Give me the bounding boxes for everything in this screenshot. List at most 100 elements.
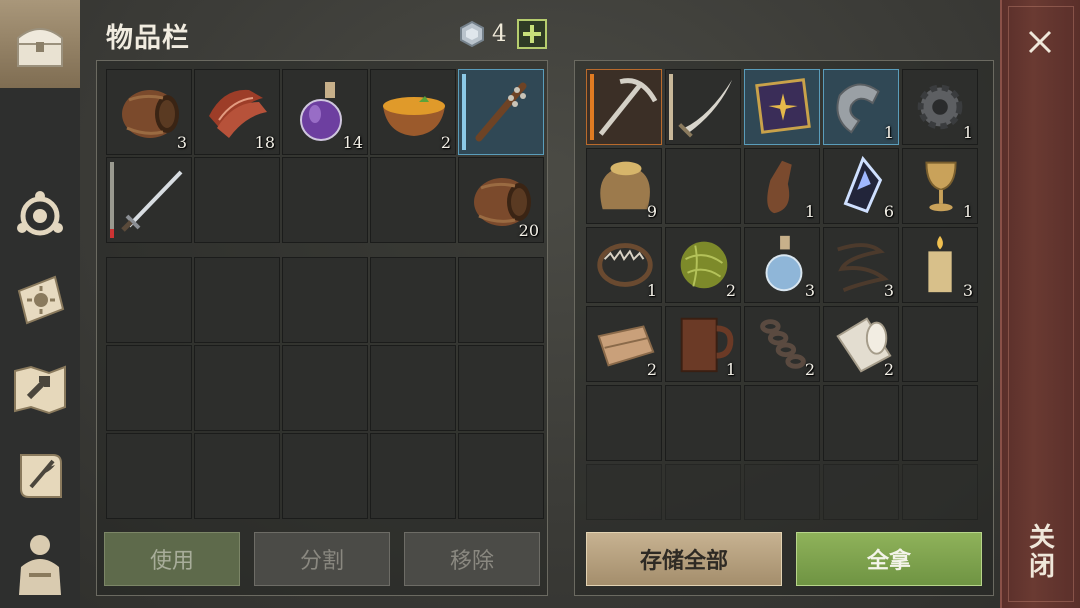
storage-slot[interactable]: 1 xyxy=(823,69,899,145)
storage-slot-empty[interactable] xyxy=(902,385,978,461)
inventory-slot-empty[interactable] xyxy=(106,345,192,431)
use-button[interactable]: 使用 xyxy=(104,532,240,586)
storage-panel: 1 1 9 1 6 1 1 2 3 3 3 2 1 2 2 xyxy=(574,60,994,596)
storage-slot[interactable]: 3 xyxy=(823,227,899,303)
storage-slot[interactable]: 1 xyxy=(744,148,820,224)
storage-slot-empty[interactable] xyxy=(665,385,741,461)
inventory-slot-empty[interactable] xyxy=(194,433,280,519)
storage-slot[interactable]: 3 xyxy=(744,227,820,303)
item-count: 18 xyxy=(254,133,275,152)
inventory-slot-empty[interactable] xyxy=(194,157,280,243)
storage-slot[interactable]: 6 xyxy=(823,148,899,224)
quest-scroll-icon[interactable] xyxy=(0,440,80,512)
storage-slot[interactable]: 2 xyxy=(744,306,820,382)
currency-value: 4 xyxy=(492,21,507,47)
map-icon[interactable] xyxy=(0,352,80,424)
storage-slot-empty[interactable] xyxy=(665,148,741,224)
storage-slot-selected[interactable] xyxy=(586,69,662,145)
inventory-slot[interactable]: 20 xyxy=(458,157,544,243)
close-label[interactable]: 关闭 xyxy=(1012,512,1068,592)
inventory-slot-empty[interactable] xyxy=(458,433,544,519)
pickaxe-icon xyxy=(598,78,658,136)
item-count: 14 xyxy=(342,133,363,152)
inventory-slot[interactable]: 3 xyxy=(106,69,192,155)
gem-currency-icon xyxy=(460,20,484,48)
inventory-slot-empty[interactable] xyxy=(282,157,368,243)
recipe-book-icon xyxy=(755,78,811,134)
take-all-button[interactable]: 全拿 xyxy=(796,532,982,586)
split-button[interactable]: 分割 xyxy=(254,532,390,586)
item-count: 6 xyxy=(883,202,894,221)
storage-slot[interactable] xyxy=(665,69,741,145)
item-count: 3 xyxy=(883,281,894,300)
chest-icon[interactable] xyxy=(0,8,80,80)
storage-slot[interactable]: 1 xyxy=(586,227,662,303)
item-count: 1 xyxy=(883,123,894,142)
sidebar xyxy=(0,0,80,608)
inventory-slot[interactable]: 2 xyxy=(370,69,456,155)
storage-slot-empty[interactable] xyxy=(823,464,899,520)
barrel-icon xyxy=(122,90,179,138)
inventory-slot[interactable]: 18 xyxy=(194,69,280,155)
inventory-slot[interactable] xyxy=(106,157,192,243)
storage-slot[interactable]: 1 xyxy=(902,148,978,224)
storage-slot-empty[interactable] xyxy=(902,306,978,382)
storage-slot[interactable]: 3 xyxy=(902,227,978,303)
inventory-slot-empty[interactable] xyxy=(194,257,280,343)
item-count: 1 xyxy=(962,202,973,221)
scimitar-icon xyxy=(678,79,733,138)
item-count: 1 xyxy=(962,123,973,142)
inventory-slot-selected[interactable] xyxy=(458,69,544,155)
storage-slot[interactable]: 2 xyxy=(586,306,662,382)
item-count: 3 xyxy=(804,281,815,300)
inventory-slot-empty[interactable] xyxy=(370,345,456,431)
sword-icon xyxy=(121,170,183,232)
inventory-slot-empty[interactable] xyxy=(370,157,456,243)
storage-slot[interactable]: 1 xyxy=(665,306,741,382)
inventory-slot-empty[interactable] xyxy=(458,257,544,343)
inventory-slot-empty[interactable] xyxy=(370,257,456,343)
close-icon xyxy=(1028,30,1052,54)
remove-button[interactable]: 移除 xyxy=(404,532,540,586)
character-icon[interactable] xyxy=(0,528,80,600)
item-count: 2 xyxy=(883,360,894,379)
storage-slot-empty[interactable] xyxy=(823,385,899,461)
inventory-slot-empty[interactable] xyxy=(282,433,368,519)
item-count: 2 xyxy=(440,133,451,152)
spiked-club-icon xyxy=(475,82,527,142)
storage-slot[interactable]: 2 xyxy=(823,306,899,382)
inventory-slot-empty[interactable] xyxy=(282,345,368,431)
inventory-slot[interactable]: 14 xyxy=(282,69,368,155)
item-count: 3 xyxy=(962,281,973,300)
item-count: 1 xyxy=(646,281,657,300)
inventory-panel: 3 18 14 2 20 xyxy=(96,60,548,596)
storage-slot[interactable]: 9 xyxy=(586,148,662,224)
inventory-slot-empty[interactable] xyxy=(194,345,280,431)
item-count: 1 xyxy=(725,360,736,379)
storage-slot-empty[interactable] xyxy=(902,464,978,520)
inventory-slot-empty[interactable] xyxy=(106,257,192,343)
item-count: 20 xyxy=(518,221,539,240)
storage-slot-empty[interactable] xyxy=(665,464,741,520)
inventory-slot-empty[interactable] xyxy=(458,345,544,431)
sun-book-icon[interactable] xyxy=(0,264,80,336)
store-all-button[interactable]: 存储全部 xyxy=(586,532,782,586)
durability-bar xyxy=(462,74,466,150)
soup-bowl-icon xyxy=(383,96,445,136)
inventory-slot-empty[interactable] xyxy=(282,257,368,343)
item-count: 2 xyxy=(646,360,657,379)
storage-slot-empty[interactable] xyxy=(586,464,662,520)
storage-slot[interactable]: 1 xyxy=(902,69,978,145)
storage-slot-empty[interactable] xyxy=(744,464,820,520)
inventory-slot-empty[interactable] xyxy=(106,433,192,519)
storage-slot-empty[interactable] xyxy=(586,385,662,461)
close-button[interactable] xyxy=(1008,20,1072,64)
storage-slot[interactable]: 2 xyxy=(665,227,741,303)
item-count: 1 xyxy=(804,202,815,221)
storage-slot-empty[interactable] xyxy=(744,385,820,461)
inventory-slot-empty[interactable] xyxy=(370,433,456,519)
plus-icon xyxy=(522,25,541,43)
add-currency-button[interactable] xyxy=(516,19,547,49)
crafting-wheel-icon[interactable] xyxy=(0,180,80,252)
storage-slot[interactable] xyxy=(744,69,820,145)
